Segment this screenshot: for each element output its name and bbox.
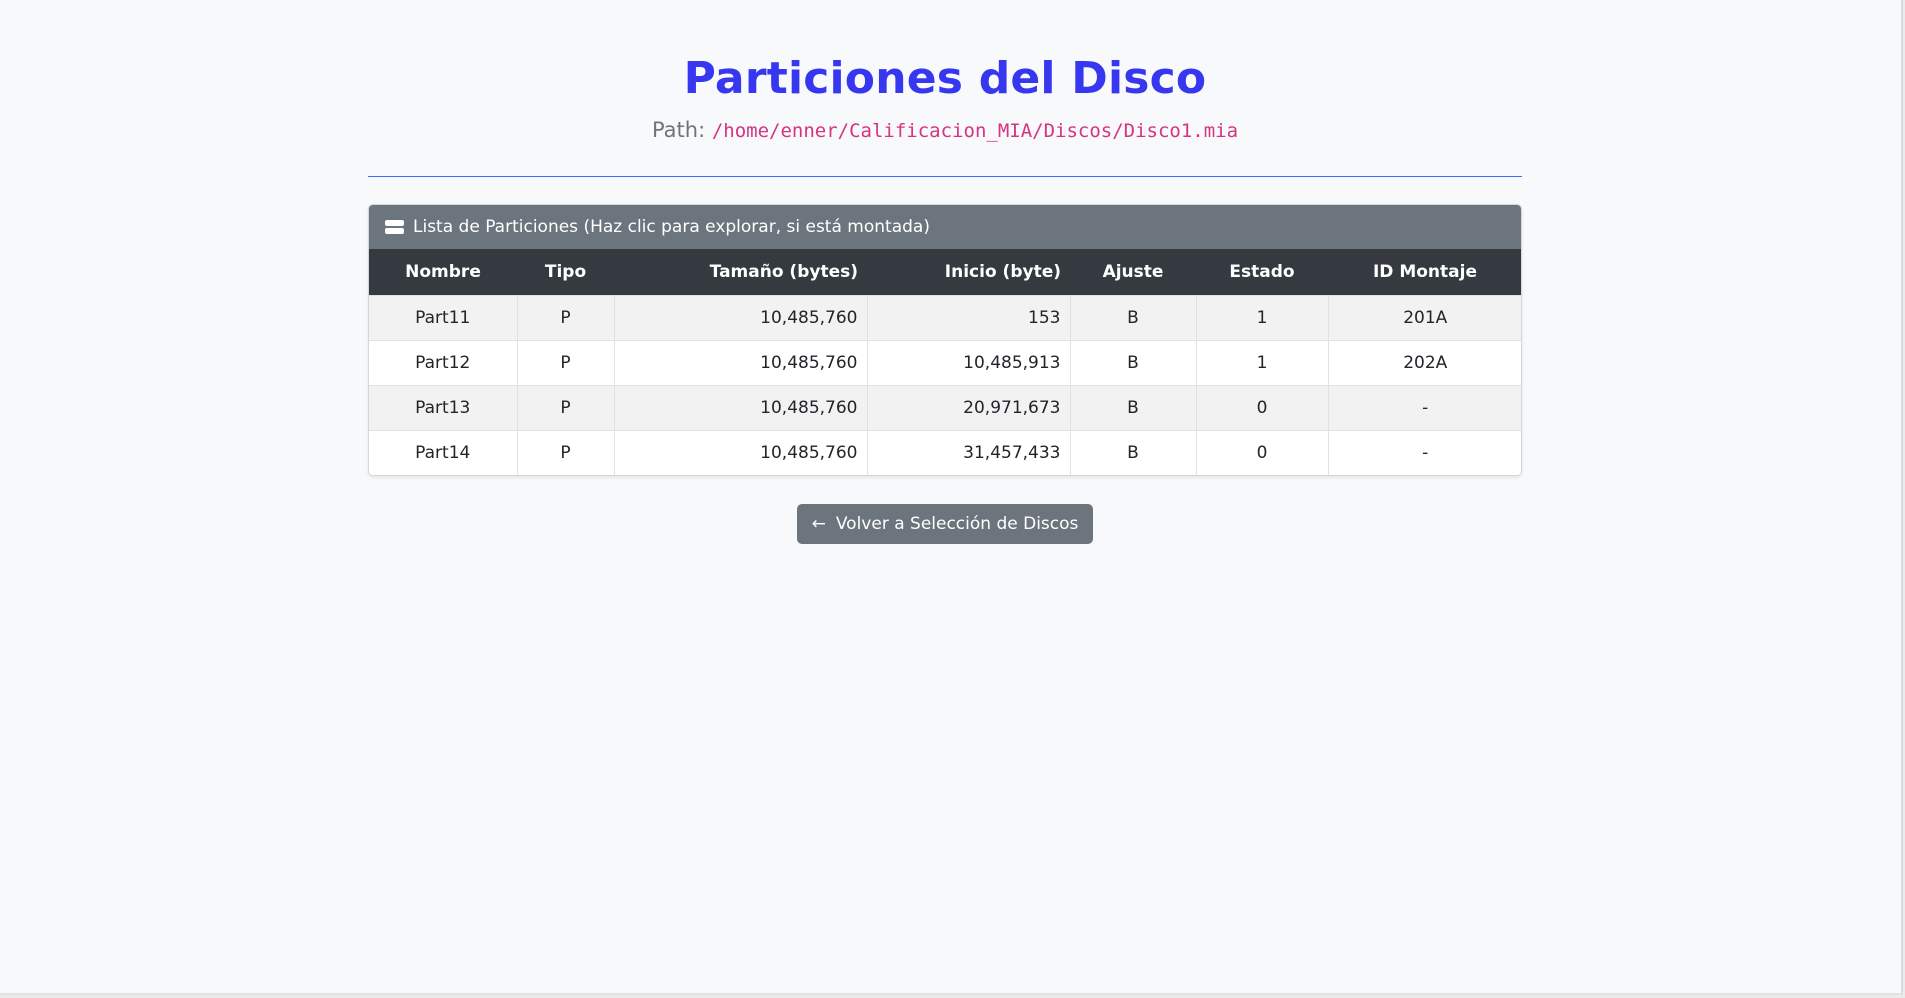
cell-tipo: P [516, 295, 614, 341]
actions-bar: ← Volver a Selección de Discos [368, 504, 1522, 544]
path-value: /home/enner/Calificacion_MIA/Discos/Disc… [711, 120, 1239, 142]
cell-tipo: P [516, 430, 614, 475]
partitions-card: Lista de Particiones (Haz clic para expl… [368, 204, 1522, 476]
cell-id-montaje: - [1327, 430, 1521, 475]
cell-inicio: 31,457,433 [866, 430, 1070, 475]
cell-nombre: Part11 [369, 295, 517, 341]
card-header: Lista de Particiones (Haz clic para expl… [369, 205, 1521, 249]
col-header-inicio: Inicio (byte) [867, 249, 1070, 296]
cell-nombre: Part14 [369, 430, 517, 475]
cell-tamano: 10,485,760 [613, 385, 867, 431]
cell-inicio: 153 [866, 295, 1070, 341]
disk-path: Path: /home/enner/Calificacion_MIA/Disco… [368, 116, 1522, 145]
cell-inicio: 10,485,913 [866, 340, 1070, 386]
col-header-estado: Estado [1196, 249, 1328, 296]
arrow-left-icon: ← [811, 514, 826, 534]
header-divider [368, 176, 1522, 177]
col-header-nombre: Nombre [369, 249, 517, 296]
cell-ajuste: B [1069, 385, 1196, 431]
table-row[interactable]: Part14 P 10,485,760 31,457,433 B 0 - [369, 430, 1521, 475]
table-header-row: Nombre Tipo Tamaño (bytes) Inicio (byte)… [369, 249, 1521, 296]
cell-id-montaje: - [1327, 385, 1521, 431]
cell-estado: 0 [1195, 385, 1328, 431]
path-label: Path: [651, 118, 706, 142]
cell-tamano: 10,485,760 [613, 295, 867, 341]
cell-id-montaje: 202A [1327, 340, 1521, 386]
cell-ajuste: B [1069, 340, 1196, 386]
table-row[interactable]: Part11 P 10,485,760 153 B 1 201A [369, 295, 1521, 341]
cell-id-montaje: 201A [1327, 295, 1521, 341]
back-button-label: Volver a Selección de Discos [835, 514, 1079, 534]
cell-estado: 1 [1195, 340, 1328, 386]
cell-tipo: P [516, 340, 614, 386]
cell-estado: 0 [1195, 430, 1328, 475]
page-viewport: Particiones del Disco Path: /home/enner/… [0, 0, 1903, 995]
col-header-id-montaje: ID Montaje [1328, 249, 1521, 296]
table-row[interactable]: Part13 P 10,485,760 20,971,673 B 0 - [369, 385, 1521, 431]
cell-nombre: Part13 [369, 385, 517, 431]
col-header-tipo: Tipo [517, 249, 614, 296]
back-to-disks-button[interactable]: ← Volver a Selección de Discos [796, 504, 1094, 544]
cell-tamano: 10,485,760 [613, 430, 867, 475]
card-header-label: Lista de Particiones (Haz clic para expl… [413, 217, 930, 237]
cell-tipo: P [516, 385, 614, 431]
page-title: Particiones del Disco [683, 53, 1207, 104]
col-header-ajuste: Ajuste [1070, 249, 1196, 296]
cell-nombre: Part12 [369, 340, 517, 386]
main-container: Particiones del Disco Path: /home/enner/… [368, 0, 1522, 544]
cell-inicio: 20,971,673 [866, 385, 1070, 431]
table-row[interactable]: Part12 P 10,485,760 10,485,913 B 1 202A [369, 340, 1521, 386]
cell-estado: 1 [1195, 295, 1328, 341]
partitions-table: Nombre Tipo Tamaño (bytes) Inicio (byte)… [369, 249, 1521, 475]
col-header-tamano: Tamaño (bytes) [614, 249, 867, 296]
cell-tamano: 10,485,760 [613, 340, 867, 386]
cell-ajuste: B [1069, 295, 1196, 341]
hdd-stack-icon [385, 220, 404, 234]
cell-ajuste: B [1069, 430, 1196, 475]
